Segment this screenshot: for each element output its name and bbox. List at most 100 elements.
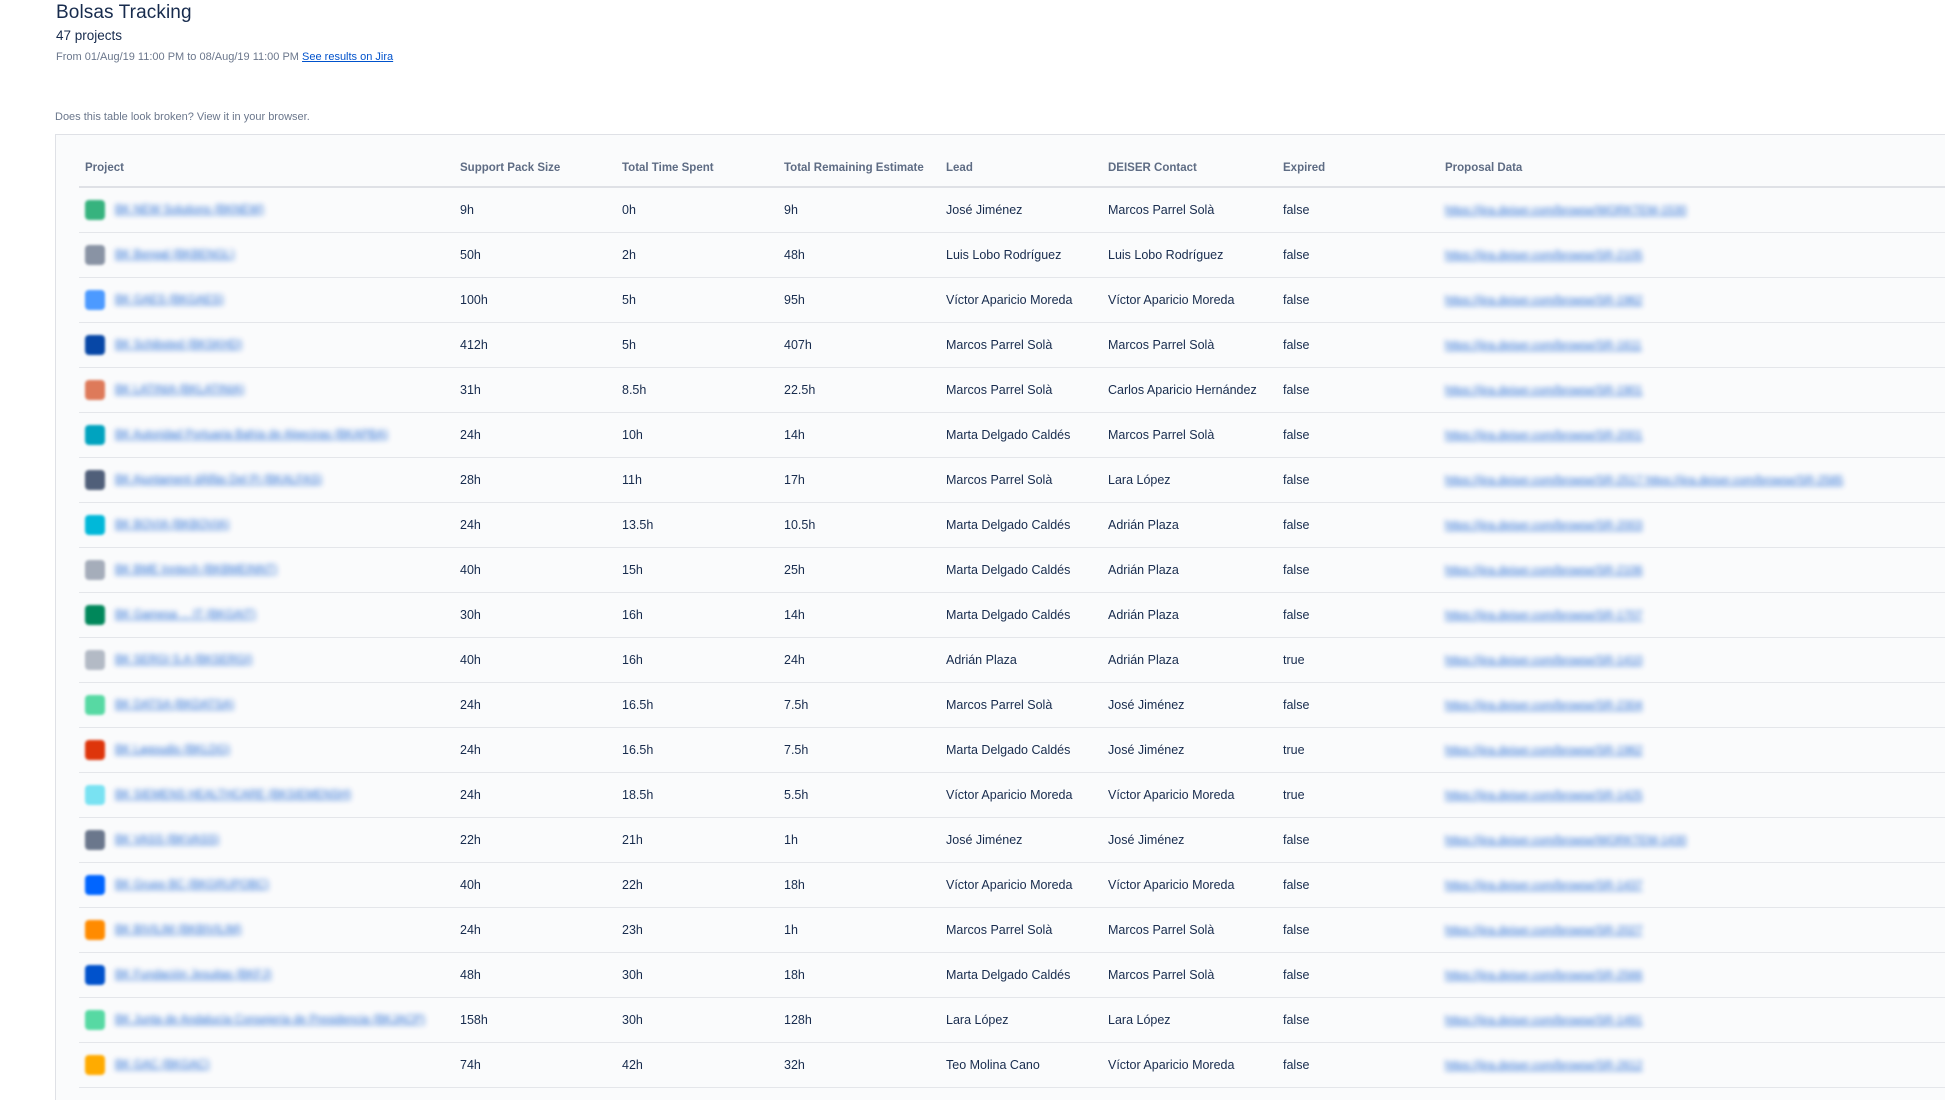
lead-cell: Marcos Parrel Solà xyxy=(940,367,1102,413)
project-link[interactable]: BK Schibsted (BKSKHD) xyxy=(115,339,242,351)
broken-table-note[interactable]: Does this table look broken? View it in … xyxy=(55,111,310,123)
project-link[interactable]: BK NEW Solutions (BKNEW) xyxy=(115,204,264,216)
proposal-data-cell: https://jira.deiser.com/browse/SR-1425 xyxy=(1439,772,1945,818)
project-link[interactable]: BK BOVIA (BKBOVIA) xyxy=(115,519,229,531)
column-header-support-pack-size: Support Pack Size xyxy=(454,150,616,188)
projects-table: Project Support Pack Size Total Time Spe… xyxy=(79,150,1945,1088)
proposal-link[interactable]: https://jira.deiser.com/browse/SR-1962 xyxy=(1445,745,1643,757)
project-link[interactable]: BK Ajuntament dÀlfàs Del Pi (BKALFAS) xyxy=(115,474,322,486)
support-pack-size-cell: 412h xyxy=(454,322,616,368)
proposal-link[interactable]: https://jira.deiser.com/browse/WORKTEM-1… xyxy=(1445,835,1687,847)
proposal-link[interactable]: https://jira.deiser.com/browse/SR-2304 xyxy=(1445,700,1643,712)
deiser-contact-cell: Marcos Parrel Solà xyxy=(1102,412,1277,458)
project-link[interactable]: BK BIVILIM (BKBIVILIM) xyxy=(115,924,242,936)
column-header-proposal-data: Proposal Data xyxy=(1439,150,1945,188)
proposal-link[interactable]: https://jira.deiser.com/browse/SR-1901 xyxy=(1445,385,1643,397)
project-link[interactable]: BK Junta de Andalucía Consejería de Pres… xyxy=(115,1014,425,1026)
project-avatar-icon xyxy=(85,920,105,940)
lead-cell: Lara López xyxy=(940,997,1102,1043)
email-report: Bolsas Tracking 47 projects From 01/Aug/… xyxy=(0,0,1945,1100)
table-row: BK Schibsted (BKSKHD) 412h 5h 407h Marcos Pa… xyxy=(79,322,1945,368)
proposal-link[interactable]: https://jira.deiser.com/browse/SR-2105 xyxy=(1445,250,1643,262)
proposal-data-cell: https://jira.deiser.com/browse/SR-1491 xyxy=(1439,997,1945,1043)
expired-cell: false xyxy=(1277,862,1439,908)
table-row: BK Bengal (BKBENGL) 50h 2h 48h Luis Lobo Rod… xyxy=(79,232,1945,278)
project-link[interactable]: BK Grupo BC (BKGRUPOBC) xyxy=(115,879,269,891)
proposal-data-cell: https://jira.deiser.com/browse/SR-1962 xyxy=(1439,727,1945,773)
project-wrapper: BK GAES (BKGAES) xyxy=(85,290,454,310)
table-body: BK NEW Solutions (BKNEW) 9h 0h 9h José Jimén… xyxy=(79,187,1945,1088)
project-wrapper: BK Fundación Jesuitas (BKFJ) xyxy=(85,965,454,985)
proposal-link[interactable]: https://jira.deiser.com/browse/SR-2003 xyxy=(1445,520,1643,532)
lead-cell: Adrián Plaza xyxy=(940,637,1102,683)
proposal-link[interactable]: https://jira.deiser.com/browse/WORKTEM-1… xyxy=(1445,205,1687,217)
project-cell: BK Autoridad Portuaria Bahía de Algecira… xyxy=(79,412,454,458)
proposal-link[interactable]: https://jira.deiser.com/browse/SR-1437 xyxy=(1445,880,1643,892)
expired-cell: false xyxy=(1277,682,1439,728)
total-remaining-estimate-cell: 17h xyxy=(778,457,940,503)
date-range-text: From 01/Aug/19 11:00 PM to 08/Aug/19 11:… xyxy=(56,51,299,63)
support-pack-size-cell: 48h xyxy=(454,952,616,998)
deiser-contact-cell: Adrián Plaza xyxy=(1102,592,1277,638)
expired-cell: false xyxy=(1277,322,1439,368)
project-cell: BK BOVIA (BKBOVIA) xyxy=(79,502,454,548)
proposal-link[interactable]: https://jira.deiser.com/browse/SR-2517 h… xyxy=(1445,475,1843,487)
expired-cell: false xyxy=(1277,592,1439,638)
proposal-link[interactable]: https://jira.deiser.com/browse/SR-2566 xyxy=(1445,970,1643,982)
project-avatar-icon xyxy=(85,830,105,850)
project-wrapper: BK VASS (BKVASS) xyxy=(85,830,454,850)
project-link[interactable]: BK SERGI S.A (BKSERGI) xyxy=(115,654,252,666)
table-row: BK Ajuntament dÀlfàs Del Pi (BKALFAS) 28h… xyxy=(79,457,1945,503)
date-range: From 01/Aug/19 11:00 PM to 08/Aug/19 11:… xyxy=(56,51,393,63)
deiser-contact-cell: José Jiménez xyxy=(1102,682,1277,728)
project-link[interactable]: BK Fundación Jesuitas (BKFJ) xyxy=(115,969,272,981)
table-row: BK Grupo BC (BKGRUPOBC) 40h 22h 18h Víctor A… xyxy=(79,862,1945,908)
proposal-data-cell: https://jira.deiser.com/browse/SR-2105 xyxy=(1439,232,1945,278)
proposal-link[interactable]: https://jira.deiser.com/browse/SR-1707 xyxy=(1445,610,1643,622)
deiser-contact-cell: Adrián Plaza xyxy=(1102,637,1277,683)
total-time-spent-cell: 5h xyxy=(616,322,778,368)
expired-cell: false xyxy=(1277,817,1439,863)
lead-cell: Marta Delgado Caldés xyxy=(940,412,1102,458)
proposal-link[interactable]: https://jira.deiser.com/browse/SR-1410 xyxy=(1445,655,1643,667)
project-link[interactable]: BK VASS (BKVASS) xyxy=(115,834,219,846)
proposal-link[interactable]: https://jira.deiser.com/browse/SR-2106 xyxy=(1445,565,1643,577)
jira-results-link[interactable]: See results on Jira xyxy=(302,51,393,63)
total-remaining-estimate-cell: 32h xyxy=(778,1042,940,1088)
project-link[interactable]: BK BME Inntech (BKBMEINNT) xyxy=(115,564,277,576)
project-link[interactable]: BK LATINIA (BKLATINIA) xyxy=(115,384,244,396)
total-remaining-estimate-cell: 7.5h xyxy=(778,727,940,773)
project-link[interactable]: BK GAC (BKGAC) xyxy=(115,1059,210,1071)
proposal-data-cell: https://jira.deiser.com/browse/SR-2517 h… xyxy=(1439,457,1945,503)
proposal-link[interactable]: https://jira.deiser.com/browse/SR-2027 xyxy=(1445,925,1643,937)
column-header-lead: Lead xyxy=(940,150,1102,188)
proposal-link[interactable]: https://jira.deiser.com/browse/SR-1491 xyxy=(1445,1015,1643,1027)
proposal-link[interactable]: https://jira.deiser.com/browse/SR-1962 xyxy=(1445,295,1643,307)
total-remaining-estimate-cell: 10.5h xyxy=(778,502,940,548)
proposal-link[interactable]: https://jira.deiser.com/browse/SR-1425 xyxy=(1445,790,1643,802)
lead-cell: Luis Lobo Rodríguez xyxy=(940,232,1102,278)
project-link[interactable]: BK DATSA (BKDATSA) xyxy=(115,699,234,711)
expired-cell: true xyxy=(1277,727,1439,773)
support-pack-size-cell: 28h xyxy=(454,457,616,503)
project-link[interactable]: BK GAES (BKGAES) xyxy=(115,294,224,306)
project-link[interactable]: BK Lagoudis (BKLDG) xyxy=(115,744,230,756)
project-avatar-icon xyxy=(85,650,105,670)
support-pack-size-cell: 40h xyxy=(454,862,616,908)
project-cell: BK Schibsted (BKSKHD) xyxy=(79,322,454,368)
proposal-link[interactable]: https://jira.deiser.com/browse/SR-2001 xyxy=(1445,430,1643,442)
support-pack-size-cell: 24h xyxy=(454,682,616,728)
proposal-link[interactable]: https://jira.deiser.com/browse/SR-1611 xyxy=(1445,340,1642,352)
table-row: BK SIEMENS HEALTHCARE (BKSIEMENSH) 24h 18.… xyxy=(79,772,1945,818)
lead-cell: Marcos Parrel Solà xyxy=(940,457,1102,503)
expired-cell: true xyxy=(1277,637,1439,683)
proposal-link[interactable]: https://jira.deiser.com/browse/SR-2612 xyxy=(1445,1060,1643,1072)
project-wrapper: BK NEW Solutions (BKNEW) xyxy=(85,200,454,220)
project-link[interactable]: BK Gamesa ... IT (BKGAIT) xyxy=(115,609,256,621)
project-link[interactable]: BK Autoridad Portuaria Bahía de Algecira… xyxy=(115,429,388,441)
table-row: BK GAC (BKGAC) 74h 42h 32h Teo Molina Cano Ví… xyxy=(79,1042,1945,1088)
deiser-contact-cell: Adrián Plaza xyxy=(1102,547,1277,593)
total-remaining-estimate-cell: 128h xyxy=(778,997,940,1043)
project-link[interactable]: BK SIEMENS HEALTHCARE (BKSIEMENSH) xyxy=(115,789,351,801)
project-link[interactable]: BK Bengal (BKBENGL) xyxy=(115,249,235,261)
